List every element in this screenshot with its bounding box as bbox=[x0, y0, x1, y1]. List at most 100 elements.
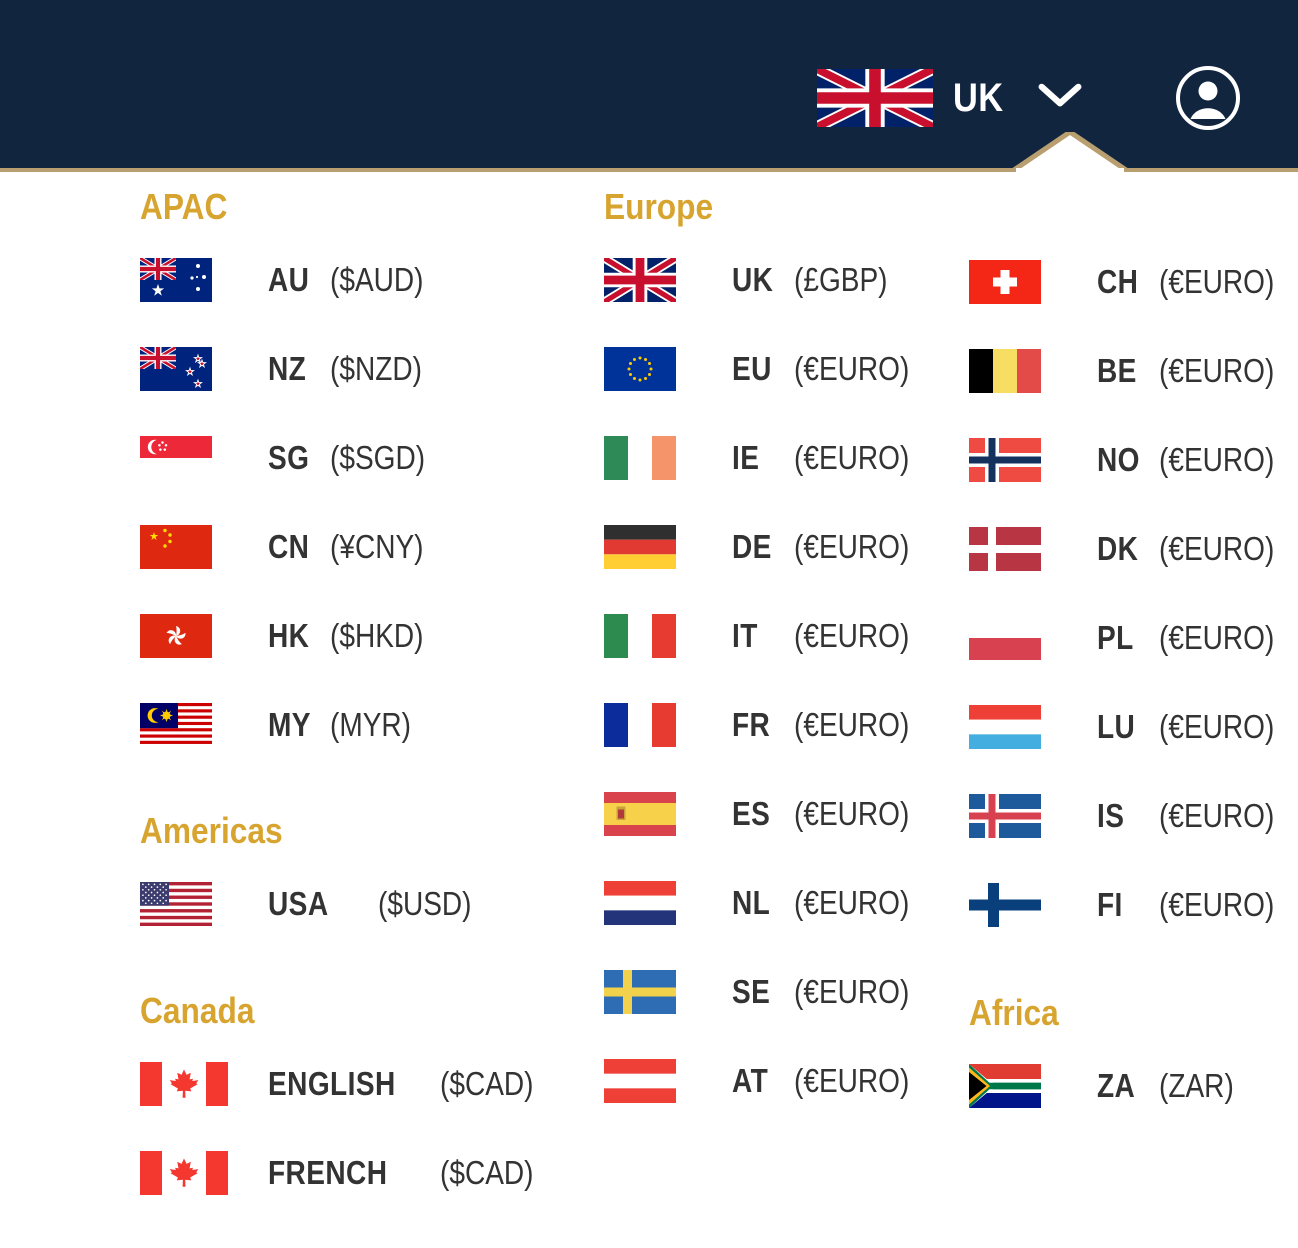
locale-group-africa: Africa ZA (ZAR) bbox=[969, 992, 1247, 1153]
locale-code: CN bbox=[268, 528, 310, 565]
locale-code: ENGLISH bbox=[268, 1065, 396, 1102]
locale-option-nl[interactable]: NL (€EURO) bbox=[604, 881, 930, 925]
locale-option-se[interactable]: SE (€EURO) bbox=[604, 970, 930, 1014]
locale-currency: ($HKD) bbox=[330, 617, 424, 654]
locale-option-uk[interactable]: UK (£GBP) bbox=[604, 258, 930, 302]
locale-picker-button[interactable]: UK bbox=[809, 64, 1090, 132]
locale-option-za[interactable]: ZA (ZAR) bbox=[969, 1064, 1247, 1108]
locale-code: USA bbox=[268, 885, 329, 922]
ch-flag-icon bbox=[969, 260, 1071, 304]
locale-currency: ($CAD) bbox=[440, 1154, 534, 1191]
se-flag-icon bbox=[604, 970, 706, 1014]
locale-option-hk[interactable]: HK ($HKD) bbox=[140, 614, 442, 658]
locale-group-europe-2: CH (€EURO) BE (€EURO) NO (€EURO) DK (€EURO) PL (€… bbox=[969, 260, 1295, 972]
locale-code: SE bbox=[732, 973, 771, 1010]
locale-currency: ($SGD) bbox=[330, 439, 426, 476]
locale-group-apac: APAC AU ($AUD) NZ ($NZD) SG ($SGD) CN (¥CNY) HK ($… bbox=[140, 186, 442, 792]
locale-option-au[interactable]: AU ($AUD) bbox=[140, 258, 442, 302]
nz-flag-icon bbox=[140, 347, 242, 391]
at-flag-icon bbox=[604, 1059, 706, 1103]
uk-flag-icon bbox=[817, 68, 934, 128]
locale-currency: (€EURO) bbox=[794, 795, 910, 832]
locale-option-english[interactable]: ENGLISH ($CAD) bbox=[140, 1062, 550, 1106]
locale-currency: (€EURO) bbox=[794, 1062, 910, 1099]
us-flag-icon bbox=[140, 882, 242, 926]
locale-currency: (ZAR) bbox=[1159, 1067, 1234, 1104]
au-flag-icon bbox=[140, 258, 242, 302]
locale-code: ES bbox=[732, 795, 771, 832]
locale-option-lu[interactable]: LU (€EURO) bbox=[969, 705, 1295, 749]
locale-option-cn[interactable]: CN (¥CNY) bbox=[140, 525, 442, 569]
ie-flag-icon bbox=[604, 436, 706, 480]
locale-code: FR bbox=[732, 706, 771, 743]
locale-code: NZ bbox=[268, 350, 307, 387]
group-title-americas: Americas bbox=[140, 810, 283, 851]
locale-option-it[interactable]: IT (€EURO) bbox=[604, 614, 930, 658]
locale-code: PL bbox=[1097, 619, 1134, 656]
locale-option-dk[interactable]: DK (€EURO) bbox=[969, 527, 1295, 571]
locale-option-de[interactable]: DE (€EURO) bbox=[604, 525, 930, 569]
locale-currency: ($CAD) bbox=[440, 1065, 534, 1102]
lu-flag-icon bbox=[969, 705, 1071, 749]
ca-flag-icon bbox=[140, 1151, 242, 1195]
locale-option-nz[interactable]: NZ ($NZD) bbox=[140, 347, 442, 391]
locale-option-es[interactable]: ES (€EURO) bbox=[604, 792, 930, 836]
eu-flag-icon bbox=[604, 347, 706, 391]
chevron-down-icon[interactable] bbox=[1032, 81, 1082, 116]
locale-currency: (€EURO) bbox=[1159, 797, 1275, 834]
user-account-icon[interactable] bbox=[1090, 66, 1240, 130]
locale-option-my[interactable]: MY (MYR) bbox=[140, 703, 442, 747]
locale-code: DE bbox=[732, 528, 772, 565]
locale-currency: (€EURO) bbox=[794, 884, 910, 921]
locale-code: FRENCH bbox=[268, 1154, 388, 1191]
uk-flag-icon bbox=[604, 258, 706, 302]
locale-code: EU bbox=[732, 350, 772, 387]
locale-option-ie[interactable]: IE (€EURO) bbox=[604, 436, 930, 480]
nl-flag-icon bbox=[604, 881, 706, 925]
locale-currency: ($NZD) bbox=[330, 350, 422, 387]
locale-currency: ($AUD) bbox=[330, 261, 424, 298]
fi-flag-icon bbox=[969, 883, 1071, 927]
locale-selector-panel: APAC AU ($AUD) NZ ($NZD) SG ($SGD) CN (¥CNY) HK ($… bbox=[0, 172, 1298, 1244]
locale-option-french[interactable]: FRENCH ($CAD) bbox=[140, 1151, 550, 1195]
locale-code: UK bbox=[732, 261, 774, 298]
locale-option-sg[interactable]: SG ($SGD) bbox=[140, 436, 442, 480]
locale-currency: (€EURO) bbox=[1159, 263, 1275, 300]
locale-code: IT bbox=[732, 617, 758, 654]
locale-option-be[interactable]: BE (€EURO) bbox=[969, 349, 1295, 393]
locale-code: LU bbox=[1097, 708, 1136, 745]
group-title-apac: APAC bbox=[140, 186, 228, 227]
locale-option-no[interactable]: NO (€EURO) bbox=[969, 438, 1295, 482]
locale-option-ch[interactable]: CH (€EURO) bbox=[969, 260, 1295, 304]
locale-option-pl[interactable]: PL (€EURO) bbox=[969, 616, 1295, 660]
locale-option-eu[interactable]: EU (€EURO) bbox=[604, 347, 930, 391]
locale-code: FI bbox=[1097, 886, 1123, 923]
cn-flag-icon bbox=[140, 525, 242, 569]
locale-option-at[interactable]: AT (€EURO) bbox=[604, 1059, 930, 1103]
locale-option-fr[interactable]: FR (€EURO) bbox=[604, 703, 930, 747]
locale-currency: (MYR) bbox=[330, 706, 412, 743]
locale-option-is[interactable]: IS (€EURO) bbox=[969, 794, 1295, 838]
es-flag-icon bbox=[604, 792, 706, 836]
locale-currency: (€EURO) bbox=[794, 528, 910, 565]
it-flag-icon bbox=[604, 614, 706, 658]
locale-code: NL bbox=[732, 884, 771, 921]
locale-code: MY bbox=[268, 706, 311, 743]
locale-group-canada: Canada ENGLISH ($CAD) FRENCH ($CAD) bbox=[140, 990, 550, 1240]
locale-currency: (€EURO) bbox=[794, 350, 910, 387]
group-title-canada: Canada bbox=[140, 990, 255, 1031]
locale-currency: (€EURO) bbox=[1159, 708, 1275, 745]
locale-currency: (€EURO) bbox=[1159, 619, 1275, 656]
locale-option-usa[interactable]: USA ($USD) bbox=[140, 882, 488, 926]
locale-option-fi[interactable]: FI (€EURO) bbox=[969, 883, 1295, 927]
locale-currency: (€EURO) bbox=[1159, 441, 1275, 478]
locale-currency: (¥CNY) bbox=[330, 528, 424, 565]
dk-flag-icon bbox=[969, 527, 1071, 571]
locale-code: SG bbox=[268, 439, 310, 476]
locale-code: AU bbox=[268, 261, 310, 298]
locale-code: CH bbox=[1097, 263, 1139, 300]
locale-currency: (€EURO) bbox=[794, 973, 910, 1010]
locale-currency: (€EURO) bbox=[794, 439, 910, 476]
locale-code-label: UK bbox=[953, 75, 1004, 120]
za-flag-icon bbox=[969, 1064, 1071, 1108]
